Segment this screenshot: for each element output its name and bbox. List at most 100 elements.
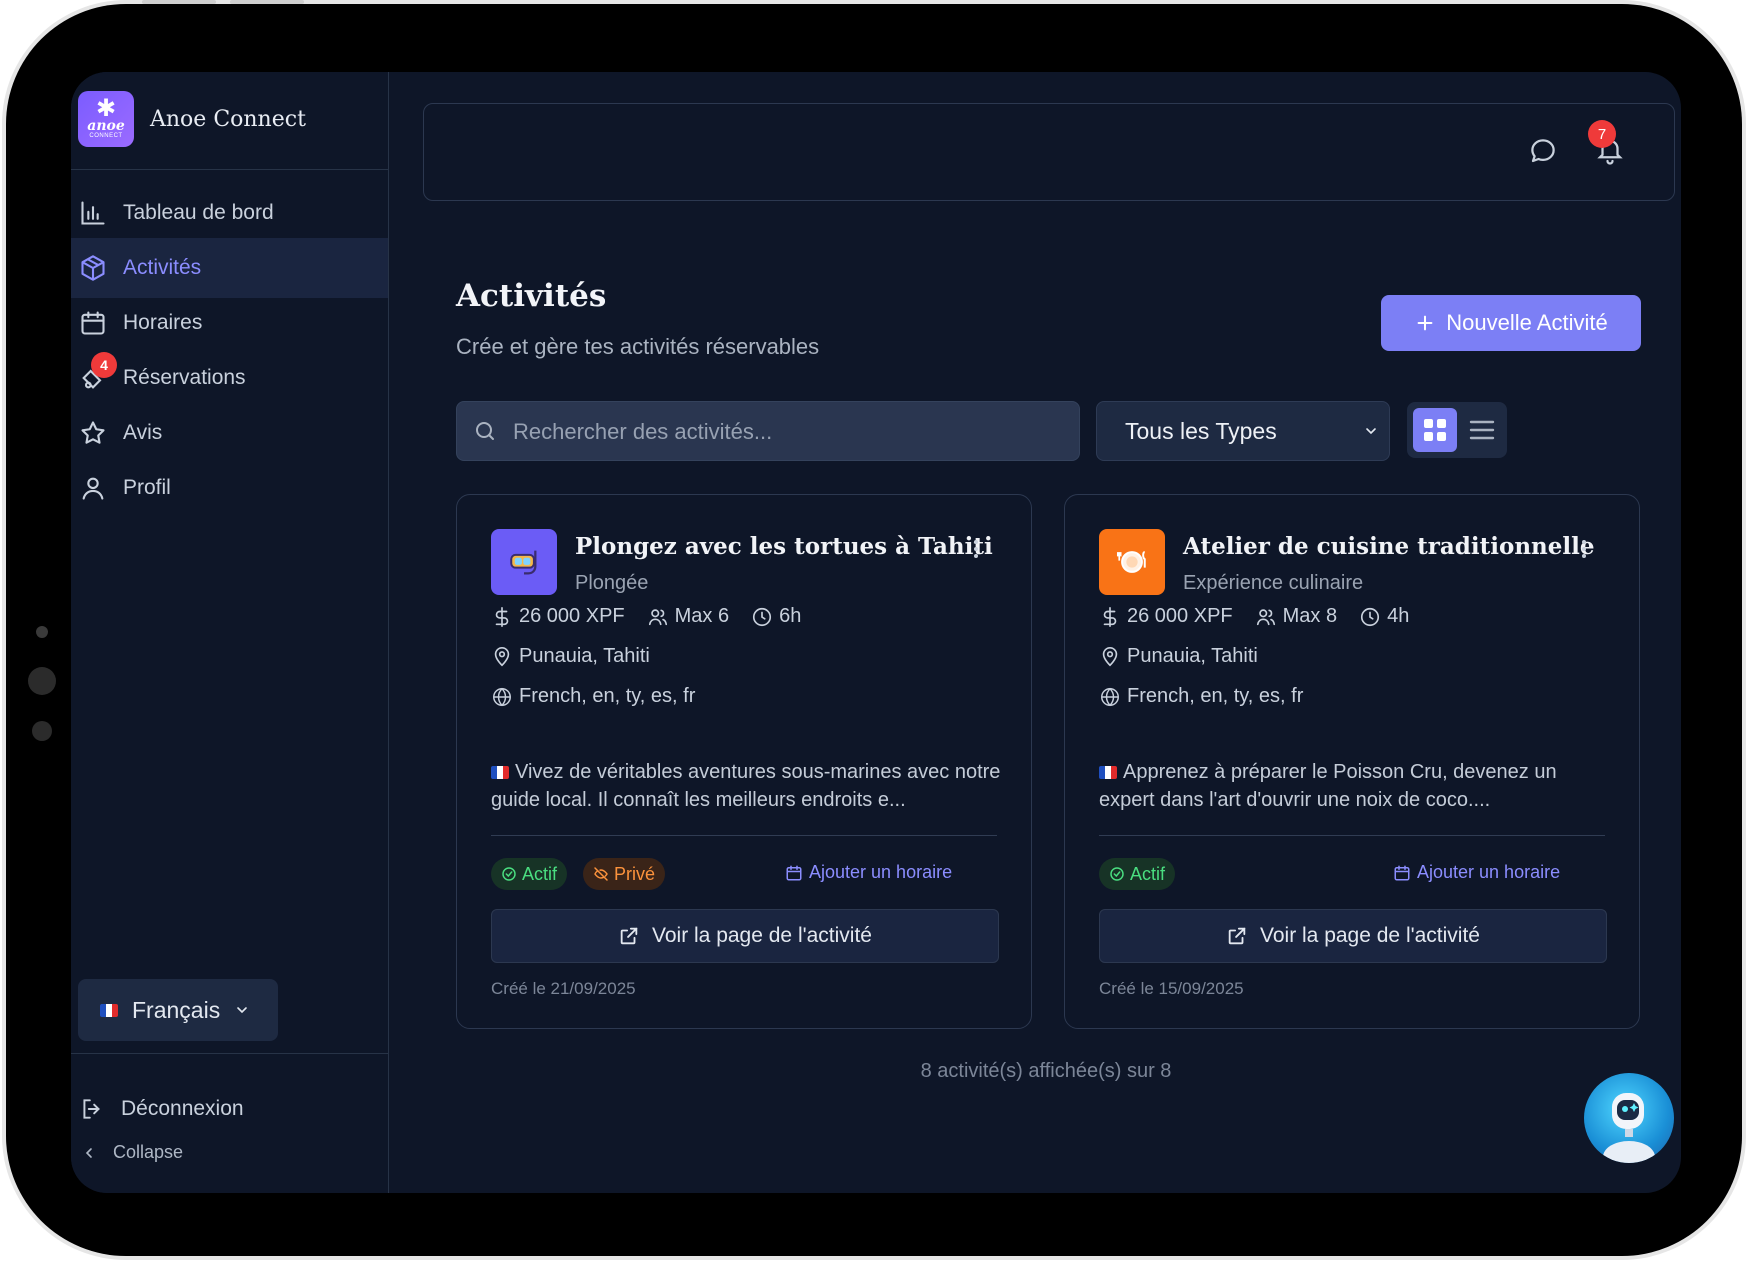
map-pin-icon: [1102, 646, 1118, 666]
add-schedule-link[interactable]: Ajouter un horaire: [785, 862, 952, 883]
star-icon: [81, 421, 105, 444]
search-icon: [476, 422, 494, 440]
assistant-bot-button[interactable]: [1584, 1073, 1674, 1163]
external-link-icon: [620, 927, 638, 945]
page-subtitle: Crée et gère tes activités réservables: [456, 334, 820, 359]
search-box: [456, 401, 1080, 462]
more-options-icon[interactable]: [1573, 537, 1595, 561]
notification-badge: 7: [1588, 120, 1616, 148]
sidebar-divider: [71, 169, 388, 170]
camera-dot: [36, 626, 48, 638]
sidebar-item-label: Profil: [123, 476, 171, 499]
logo-wordmark: anoe: [87, 118, 125, 134]
sidebar-item-schedules[interactable]: Horaires: [71, 293, 388, 353]
sidebar: ✱ anoe CONNECT Anoe Connect Tableau de b…: [71, 72, 389, 1193]
view-page-label: Voir la page de l'activité: [652, 924, 872, 947]
sidebar-divider: [71, 1053, 388, 1054]
sidebar-item-label: Tableau de bord: [123, 201, 274, 224]
add-schedule-link[interactable]: Ajouter un horaire: [1393, 862, 1560, 883]
sidebar-item-activities[interactable]: Activités: [71, 238, 388, 298]
diving-mask-icon: [510, 550, 537, 575]
view-activity-page-button[interactable]: Voir la page de l'activité: [491, 909, 999, 963]
package-icon: [81, 255, 105, 281]
activity-languages-row: French, en, ty, es, fr: [1099, 685, 1303, 708]
language-selector[interactable]: Français: [78, 979, 278, 1041]
privacy-label: Privé: [614, 863, 656, 884]
activity-languages: French, en, ty, es, fr: [519, 685, 696, 707]
dollar-icon: [1103, 606, 1117, 627]
eye-off-icon: [594, 867, 608, 881]
activity-price: 26 000 XPF: [1127, 605, 1233, 627]
sidebar-item-label: Activités: [123, 256, 202, 279]
status-badge-private: Privé: [583, 858, 666, 890]
activity-description-text: Apprenez à préparer le Poisson Cru, deve…: [1099, 761, 1557, 811]
add-schedule-label: Ajouter un horaire: [1417, 862, 1561, 882]
bar-chart-icon: [81, 201, 105, 225]
activity-description-text: Vivez de véritables aventures sous-marin…: [491, 761, 1001, 811]
chevron-down-icon: [1366, 428, 1376, 435]
add-schedule-label: Ajouter un horaire: [809, 862, 953, 882]
activity-duration: 6h: [779, 605, 802, 627]
new-activity-button[interactable]: Nouvelle Activité: [1381, 295, 1641, 351]
view-toggle: [1407, 402, 1507, 458]
new-activity-label: Nouvelle Activité: [1446, 310, 1608, 335]
device-button: [230, 0, 304, 4]
users-icon: [1256, 608, 1275, 625]
logo-subtext: CONNECT: [89, 133, 123, 139]
activity-description: Apprenez à préparer le Poisson Cru, deve…: [1099, 758, 1609, 814]
clock-icon: [1361, 607, 1380, 626]
grid-view-button[interactable]: [1413, 408, 1457, 452]
plate-cutlery-icon: [1116, 551, 1146, 573]
logout-label: Déconnexion: [121, 1097, 244, 1120]
globe-icon: [493, 687, 511, 706]
status-label: Actif: [1130, 863, 1166, 884]
activity-category: Plongée: [575, 572, 649, 594]
star-logo-icon: ✱: [95, 95, 117, 122]
created-date: Créé le 21/09/2025: [491, 979, 636, 998]
card-divider: [491, 835, 997, 836]
reservations-badge: 4: [91, 352, 117, 378]
view-page-label: Voir la page de l'activité: [1260, 924, 1480, 947]
type-filter-select[interactable]: Tous les Types: [1096, 401, 1390, 461]
activity-card: Plongez avec les tortues à Tahiti Plongé…: [456, 494, 1032, 1029]
search-input[interactable]: [511, 402, 1055, 462]
activity-location: Punauia, Tahiti: [1127, 645, 1258, 667]
sidebar-item-label: Réservations: [123, 366, 246, 389]
plus-icon: [1417, 315, 1433, 331]
status-badge-active: Actif: [1099, 858, 1176, 890]
view-activity-page-button[interactable]: Voir la page de l'activité: [1099, 909, 1607, 963]
activity-title[interactable]: Plongez avec les tortues à Tahiti: [575, 533, 993, 560]
more-options-icon[interactable]: [965, 537, 987, 561]
check-circle-icon: [1110, 867, 1124, 881]
activity-capacity: Max 8: [1282, 605, 1338, 627]
sidebar-item-profile[interactable]: Profil: [71, 458, 388, 518]
user-icon: [82, 477, 104, 500]
check-circle-icon: [502, 867, 516, 881]
created-date: Créé le 15/09/2025: [1099, 979, 1244, 998]
chat-icon[interactable]: [1528, 136, 1558, 166]
status-badge-active: Actif: [491, 858, 568, 890]
logout-button[interactable]: Déconnexion: [79, 1096, 244, 1122]
sensor-dot: [32, 721, 52, 741]
activity-icon: [1099, 529, 1165, 595]
app-screen: ✱ anoe CONNECT Anoe Connect Tableau de b…: [71, 72, 1681, 1193]
brand[interactable]: ✱ anoe CONNECT Anoe Connect: [78, 91, 306, 147]
sidebar-item-reservations[interactable]: 4 Réservations: [71, 348, 388, 408]
activity-category: Expérience culinaire: [1183, 572, 1364, 594]
top-bar: 7: [423, 103, 1675, 201]
logout-icon: [83, 1099, 100, 1119]
activity-price: 26 000 XPF: [519, 605, 625, 627]
grid-icon: [1424, 419, 1446, 441]
list-view-icon[interactable]: [1469, 418, 1495, 442]
activity-duration: 4h: [1387, 605, 1410, 627]
device-button: [142, 0, 216, 4]
clock-icon: [753, 607, 772, 626]
activity-location: Punauia, Tahiti: [519, 645, 650, 667]
collapse-button[interactable]: Collapse: [81, 1142, 183, 1163]
activity-meta: 26 000 XPF Max 8 4h: [1099, 605, 1409, 628]
page-title: Activités: [456, 278, 607, 314]
activity-title[interactable]: Atelier de cuisine traditionnelle: [1183, 533, 1595, 560]
sidebar-item-dashboard[interactable]: Tableau de bord: [71, 183, 388, 243]
sidebar-item-reviews[interactable]: Avis: [71, 403, 388, 463]
brand-logo: ✱ anoe CONNECT: [78, 91, 134, 147]
